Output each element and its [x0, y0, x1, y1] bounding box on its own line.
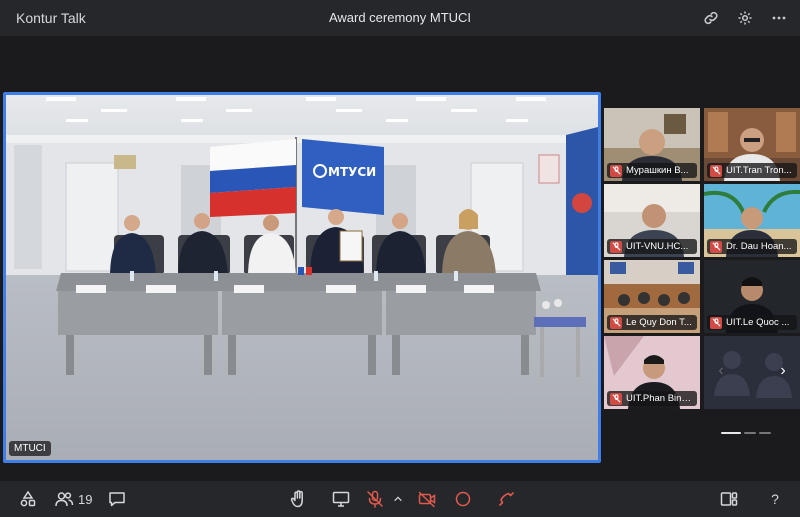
participant-name: UIT.Tran Tron...	[726, 165, 792, 176]
participant-tile[interactable]: UIT-VNU.HC...	[604, 184, 700, 257]
chat-icon[interactable]	[107, 487, 127, 511]
main-video-label: MTUCI	[9, 441, 51, 456]
end-call-icon[interactable]	[496, 487, 516, 511]
participant-tile[interactable]: Le Quy Don T...	[604, 260, 700, 333]
title-bar: Kontur Talk Award ceremony MTUCI	[0, 0, 800, 36]
mic-off-icon	[710, 240, 722, 253]
participant-tile[interactable]: UIT.Tran Tron...	[704, 108, 800, 181]
mic-off-icon	[710, 316, 722, 329]
shapes-icon[interactable]	[18, 487, 38, 511]
participant-name: Dr. Dau Hoan...	[726, 241, 792, 252]
participant-name: Мурашкин В...	[626, 165, 689, 176]
page-dot	[721, 432, 741, 434]
participants-count: 19	[78, 491, 93, 507]
more-icon[interactable]	[768, 7, 790, 29]
page-indicator	[721, 432, 771, 434]
participant-name: UIT-VNU.HC...	[626, 241, 689, 252]
meeting-title: Award ceremony MTUCI	[328, 10, 472, 25]
main-video[interactable]: МТУСИ MTUCI	[3, 92, 601, 463]
page-dot	[759, 432, 771, 434]
mic-off-icon	[610, 240, 622, 253]
gear-icon[interactable]	[734, 7, 756, 29]
mic-off-icon	[610, 392, 622, 405]
participant-name: Le Quy Don T...	[626, 317, 692, 328]
app-name: Kontur Talk	[16, 10, 86, 26]
prev-page-icon[interactable]: ‹	[713, 361, 729, 381]
conference-room-scene: МТУСИ	[6, 95, 598, 460]
participant-name: UIT.Le Quoc ...	[726, 317, 790, 328]
mic-off-icon[interactable]	[365, 487, 385, 511]
flag-text: МТУСИ	[328, 165, 376, 179]
mic-off-icon	[710, 164, 722, 177]
raise-hand-icon[interactable]	[288, 487, 308, 511]
mic-off-icon	[610, 164, 622, 177]
chevron-up-icon[interactable]	[392, 487, 404, 511]
record-icon[interactable]	[453, 487, 473, 511]
camera-off-icon[interactable]	[417, 487, 437, 511]
link-icon[interactable]	[700, 7, 722, 29]
participant-tile[interactable]: UIT.Phan Binh...	[604, 336, 700, 409]
participant-name: UIT.Phan Binh...	[626, 393, 694, 404]
help-icon[interactable]: ?	[765, 487, 785, 511]
participant-tile[interactable]: Dr. Dau Hoan...	[704, 184, 800, 257]
video-stage: МТУСИ MTUCI Мурашкин В... UIT.Tran Tron.…	[0, 36, 800, 481]
page-dot	[744, 432, 756, 434]
participants-button[interactable]: 19	[54, 487, 92, 511]
layout-icon[interactable]	[719, 487, 739, 511]
participants-icon	[55, 492, 74, 507]
bottom-toolbar: 19 ?	[0, 481, 800, 517]
screen-share-icon[interactable]	[331, 487, 351, 511]
participant-tile[interactable]: Мурашкин В...	[604, 108, 700, 181]
participant-tile[interactable]: UIT.Le Quoc ...	[704, 260, 800, 333]
mic-off-icon	[610, 316, 622, 329]
next-page-icon[interactable]: ›	[775, 361, 791, 381]
